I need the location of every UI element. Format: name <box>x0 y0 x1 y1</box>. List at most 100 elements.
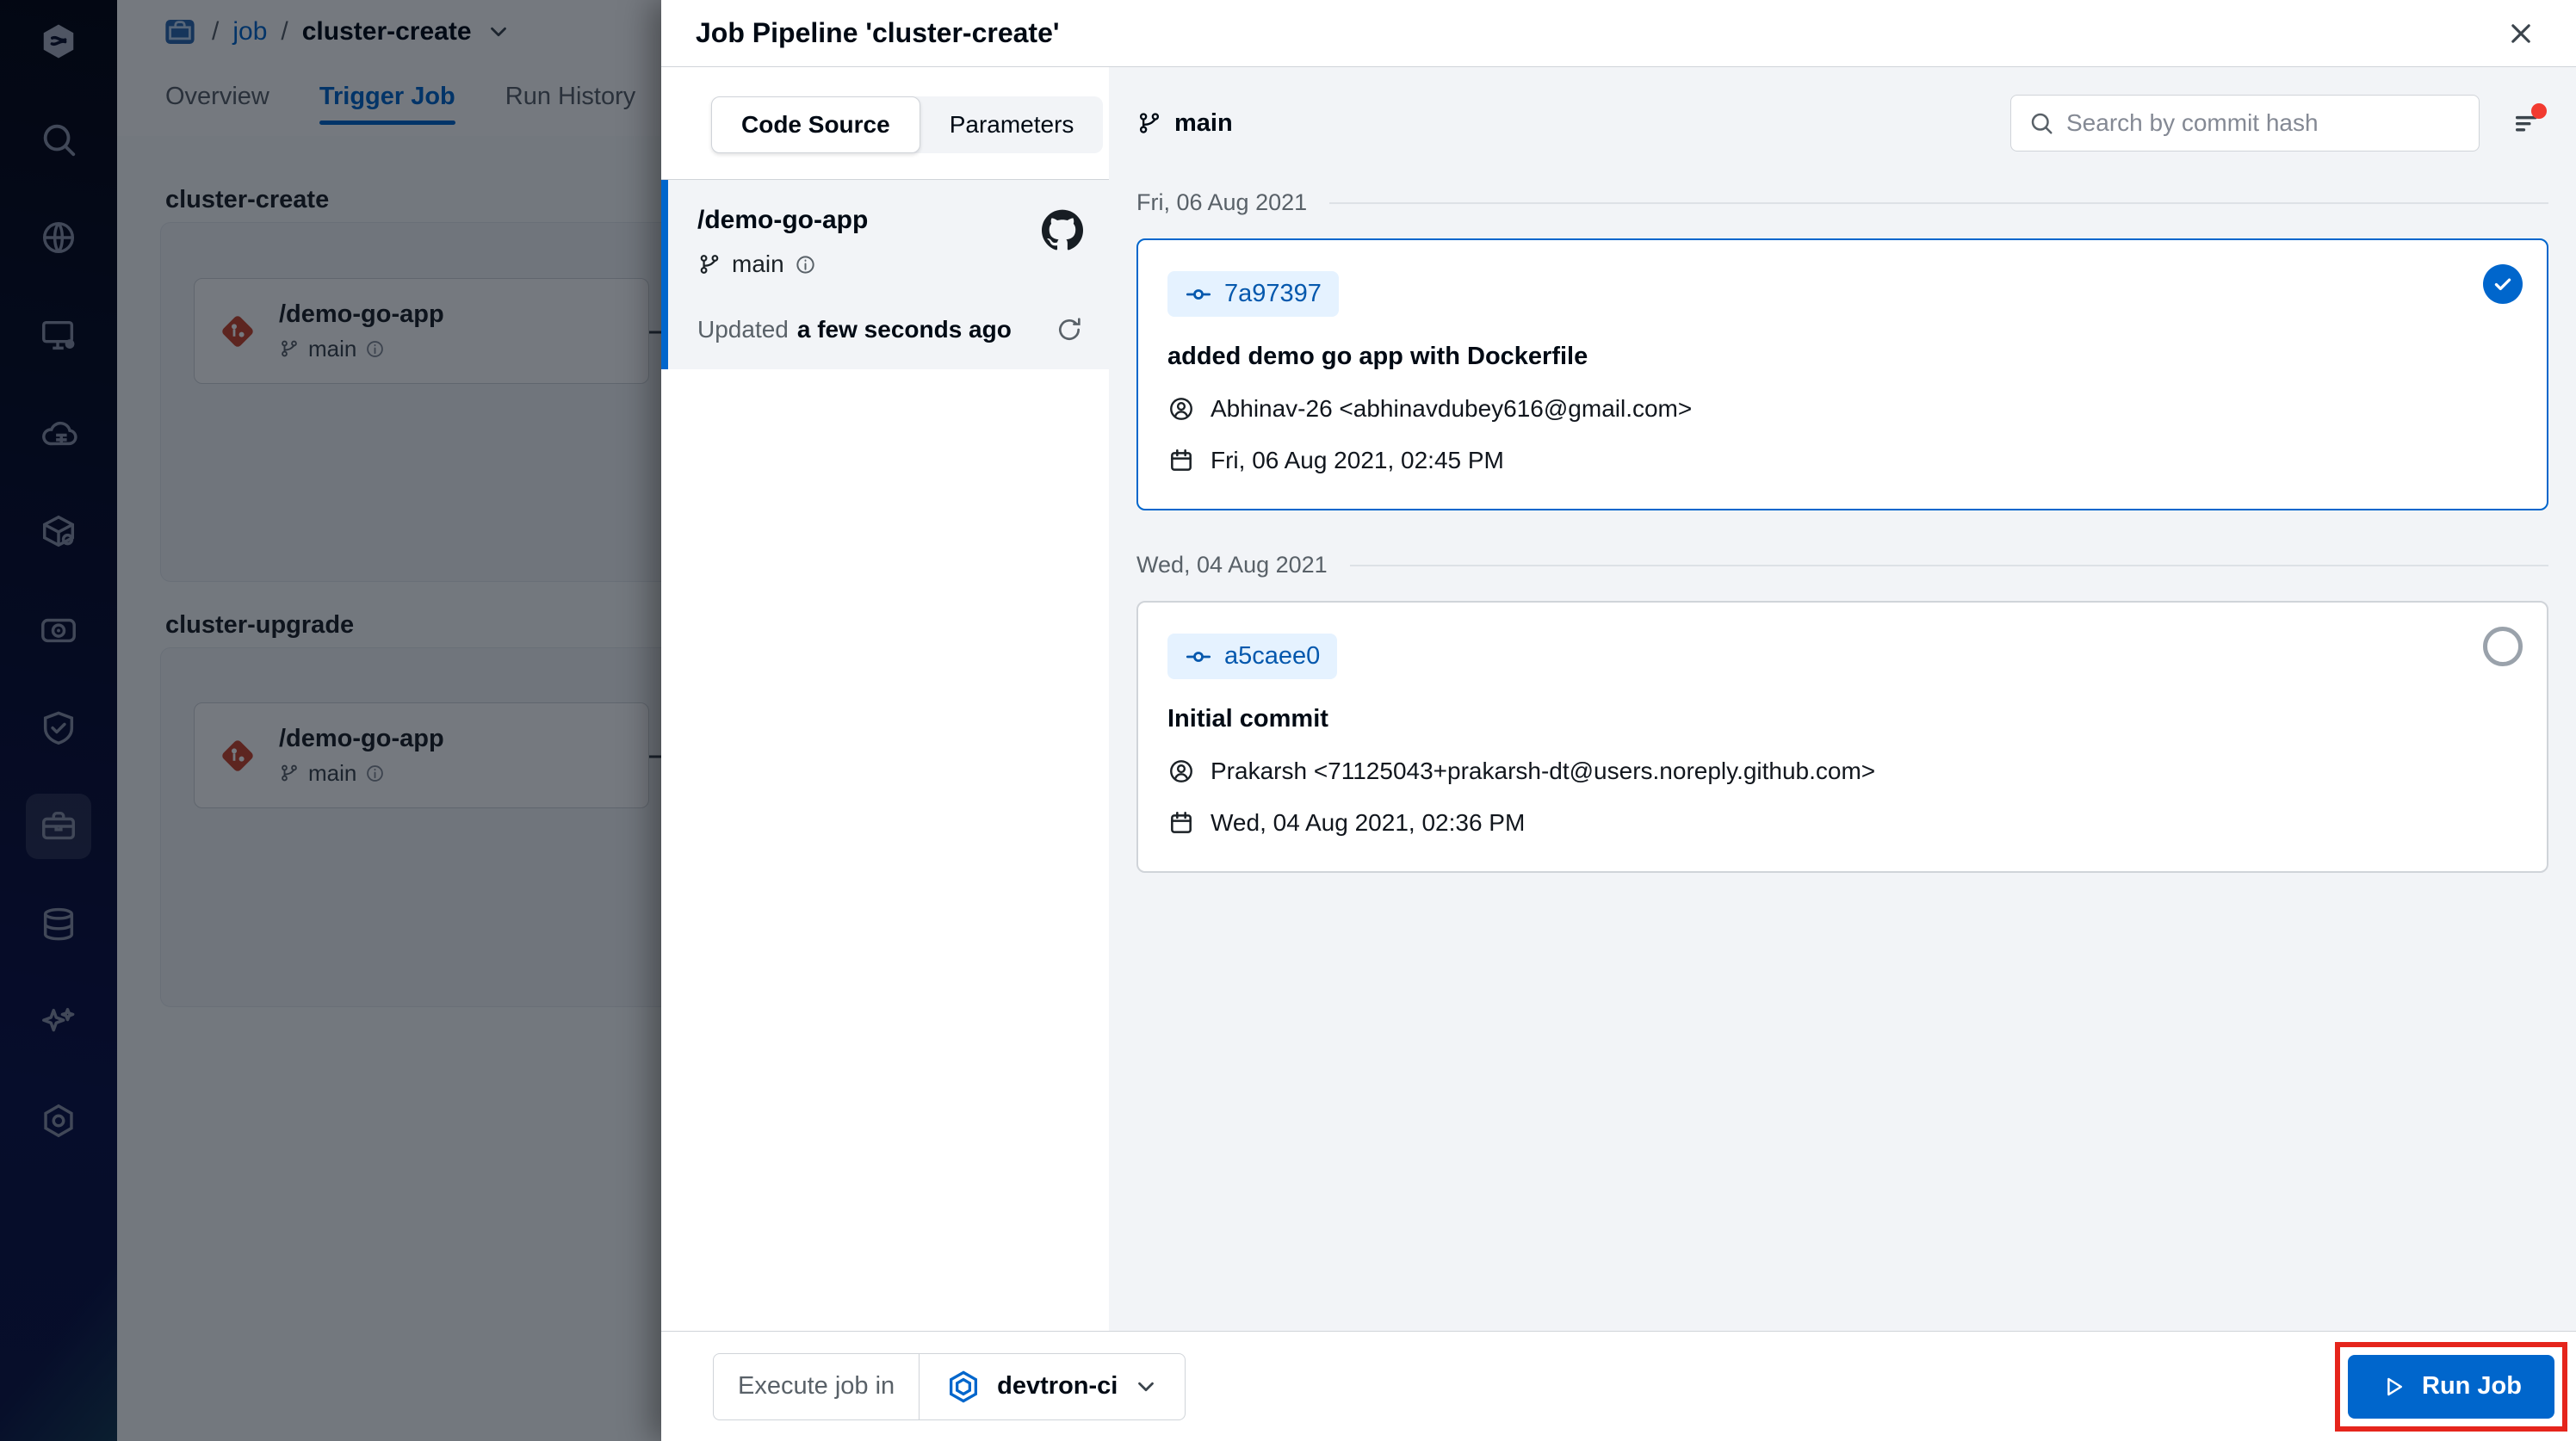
run-job-annotation-highlight: Run Job <box>2335 1341 2567 1432</box>
environment-select[interactable]: devtron-ci <box>920 1354 1185 1419</box>
close-button[interactable] <box>2500 13 2542 54</box>
commit-icon <box>1185 643 1212 671</box>
job-pipeline-modal: Job Pipeline 'cluster-create' Code Sourc… <box>661 0 2576 1441</box>
run-job-label: Run Job <box>2422 1372 2522 1400</box>
material-updated-label: Updated <box>697 316 789 343</box>
sidebar-item-jobs[interactable] <box>26 794 91 859</box>
environment-name: devtron-ci <box>997 1372 1118 1400</box>
run-job-button[interactable]: Run Job <box>2348 1354 2554 1419</box>
chevron-down-icon[interactable] <box>486 19 511 45</box>
sidebar-item-global[interactable] <box>26 205 91 270</box>
execute-in-label: Execute job in <box>714 1353 920 1419</box>
briefcase-icon <box>39 807 78 846</box>
git-icon <box>217 311 258 352</box>
tab-parameters[interactable]: Parameters <box>920 96 1104 153</box>
commit-date-group: Fri, 06 Aug 2021 <box>1136 189 2548 216</box>
commit-card-7a97397[interactable]: 7a97397 added demo go app with Dockerfil… <box>1136 238 2548 510</box>
branch-icon <box>697 252 721 276</box>
tab-overview[interactable]: Overview <box>165 83 269 125</box>
author-icon <box>1167 758 1195 785</box>
devtron-logo-icon[interactable] <box>26 9 91 74</box>
commit-hash-chip[interactable]: a5caee0 <box>1167 634 1338 679</box>
sidebar-item-settings[interactable] <box>26 1088 91 1153</box>
sidebar-item-search[interactable] <box>26 107 91 172</box>
node-repo-name: /demo-go-app <box>279 724 444 752</box>
source-tabs: Code Source Parameters <box>661 67 1109 180</box>
node-branch-name: main <box>308 335 357 362</box>
commit-hash: 7a97397 <box>1224 280 1322 307</box>
git-material-item[interactable]: /demo-go-app main Updated a few seconds … <box>661 180 1109 369</box>
info-icon <box>365 339 385 359</box>
commit-selected-radio[interactable] <box>2483 264 2523 304</box>
info-icon <box>795 254 816 275</box>
page-tabs: Overview Trigger Job Run History <box>165 83 721 125</box>
commit-hash-chip[interactable]: 7a97397 <box>1167 271 1339 317</box>
calendar-icon <box>1167 809 1195 837</box>
chevron-down-icon <box>1133 1374 1159 1400</box>
sidebar-item-app-group[interactable] <box>26 303 91 368</box>
execute-env-group: Execute job in devtron-ci <box>713 1352 1186 1420</box>
commit-search-input[interactable] <box>2066 109 2461 137</box>
commit-time: Wed, 04 Aug 2021, 02:36 PM <box>1211 809 1526 836</box>
commit-search <box>2010 95 2480 152</box>
commit-list: Fri, 06 Aug 2021 7a97397 added demo go a… <box>1136 165 2548 873</box>
github-icon <box>1042 209 1083 250</box>
commit-message: Initial commit <box>1167 705 1328 733</box>
breadcrumb-separator: / <box>212 17 220 46</box>
sidebar <box>0 0 117 1441</box>
commit-time: Fri, 06 Aug 2021, 02:45 PM <box>1211 447 1504 473</box>
pipeline-title-cluster-create: cluster-create <box>165 186 330 213</box>
commit-panel: main Fri, 06 Aug 2021 <box>1109 67 2576 1331</box>
author-icon <box>1167 395 1195 423</box>
git-node-cluster-upgrade[interactable]: /demo-go-app main <box>194 702 649 808</box>
close-icon <box>2506 19 2536 48</box>
commit-message: added demo go app with Dockerfile <box>1167 343 1588 370</box>
camera-icon <box>39 610 78 650</box>
git-icon <box>217 735 258 776</box>
breadcrumb: / job / cluster-create <box>162 14 511 50</box>
sidebar-item-deploy[interactable] <box>26 499 91 565</box>
refresh-material-button[interactable] <box>1056 316 1083 343</box>
tab-code-source[interactable]: Code Source <box>711 96 920 153</box>
material-branch-name: main <box>732 250 784 277</box>
date-divider-line <box>1329 201 2548 204</box>
commit-hash: a5caee0 <box>1224 642 1321 670</box>
modal-title: Job Pipeline 'cluster-create' <box>696 17 1060 48</box>
branch-header-name: main <box>1174 108 1233 137</box>
filter-active-dot <box>2531 103 2547 119</box>
sidebar-item-build[interactable] <box>26 401 91 467</box>
commit-author: Prakarsh <71125043+prakarsh-dt@users.nor… <box>1211 758 1876 784</box>
material-panel: Code Source Parameters /demo-go-app main… <box>661 67 1109 1331</box>
node-branch-name: main <box>308 759 357 786</box>
date-divider-line <box>1349 564 2548 566</box>
sidebar-item-observe[interactable] <box>26 597 91 663</box>
sidebar-item-ai[interactable] <box>26 990 91 1055</box>
pipeline-title-cluster-upgrade: cluster-upgrade <box>165 611 355 639</box>
commit-card-a5caee0[interactable]: a5caee0 Initial commit Prakarsh <7112504… <box>1136 601 2548 873</box>
cloud-icon <box>39 414 78 454</box>
branch-header: main <box>1136 109 1233 138</box>
commit-unselected-radio[interactable] <box>2483 627 2523 666</box>
globe-icon <box>39 218 78 257</box>
environment-hexagon-icon <box>945 1369 981 1405</box>
git-node-cluster-create[interactable]: /demo-go-app main <box>194 278 649 384</box>
gear-icon <box>39 1101 78 1141</box>
sparkle-icon <box>39 1003 78 1042</box>
refresh-icon <box>1056 316 1083 343</box>
shield-icon <box>39 708 78 748</box>
material-repo-name: /demo-go-app <box>697 206 869 234</box>
commit-group-date: Wed, 04 Aug 2021 <box>1136 552 1328 578</box>
sidebar-item-security[interactable] <box>26 696 91 761</box>
modal-footer: Execute job in devtron-ci Run Job <box>661 1331 2576 1441</box>
check-icon <box>2492 273 2514 295</box>
tab-run-history[interactable]: Run History <box>505 83 636 125</box>
monitor-icon <box>39 316 78 356</box>
job-app-icon <box>162 14 198 50</box>
tab-trigger-job[interactable]: Trigger Job <box>319 83 455 125</box>
sidebar-item-resource-browser[interactable] <box>26 892 91 957</box>
branch-icon <box>279 338 300 359</box>
commit-group-date: Fri, 06 Aug 2021 <box>1136 189 1308 215</box>
filter-button[interactable] <box>2505 102 2548 145</box>
breadcrumb-job-link[interactable]: job <box>232 17 267 46</box>
commit-icon <box>1185 281 1212 308</box>
